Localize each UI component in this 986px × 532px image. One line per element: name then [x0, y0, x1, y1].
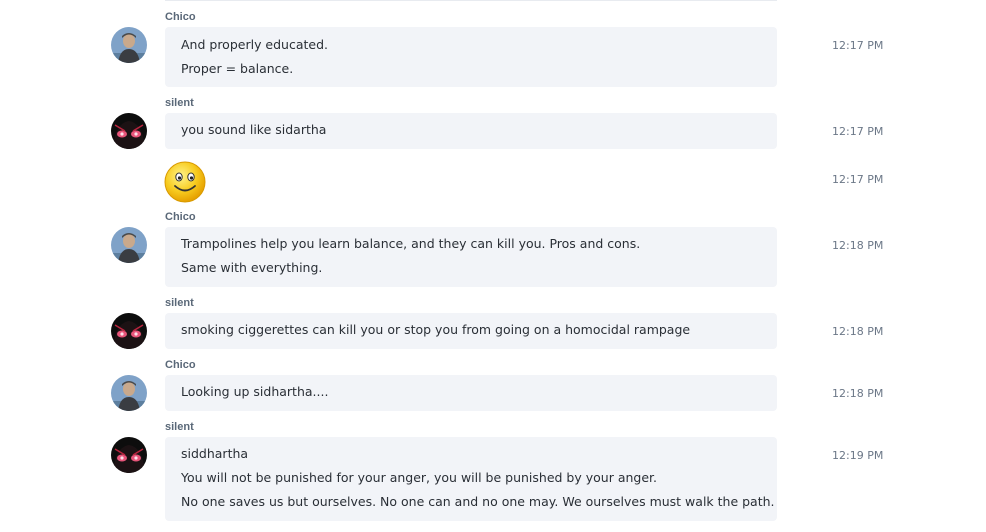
message-bubble: Looking up sidhartha....	[165, 375, 777, 411]
avatar-chico[interactable]	[111, 227, 147, 263]
message-text: No one saves us but ourselves. No one ca…	[181, 494, 775, 509]
message-text: Same with everything.	[181, 260, 323, 275]
message-text: You will not be punished for your anger,…	[181, 470, 657, 485]
timestamp: 12:18 PM	[832, 387, 884, 400]
message-text: Proper = balance.	[181, 61, 294, 76]
anime-avatar-icon	[111, 113, 147, 149]
avatar-silent[interactable]	[111, 313, 147, 349]
sender-name: silent	[165, 421, 194, 433]
message-bubble: you sound like sidartha	[165, 113, 777, 149]
avatar-silent[interactable]	[111, 113, 147, 149]
smile-emoticon-icon	[164, 161, 206, 203]
timestamp: 12:18 PM	[832, 325, 884, 338]
timestamp: 12:18 PM	[832, 239, 884, 252]
person-photo-icon	[111, 375, 147, 411]
timestamp: 12:17 PM	[832, 39, 884, 52]
sender-name: Chico	[165, 11, 196, 23]
avatar-silent[interactable]	[111, 437, 147, 473]
message-text: Looking up sidhartha....	[181, 384, 329, 399]
message-text: smoking ciggerettes can kill you or stop…	[181, 322, 691, 337]
person-photo-icon	[111, 27, 147, 63]
message-text: you sound like sidartha	[181, 122, 327, 137]
message-bubble: And properly educated. Proper = balance.	[165, 27, 777, 87]
message-text: Trampolines help you learn balance, and …	[181, 236, 641, 251]
message-bubble: siddhartha You will not be punished for …	[165, 437, 777, 521]
message-text: And properly educated.	[181, 37, 329, 52]
timestamp: 12:17 PM	[832, 173, 884, 186]
message-bubble: smoking ciggerettes can kill you or stop…	[165, 313, 777, 349]
divider-line	[165, 0, 777, 1]
sender-name: Chico	[165, 211, 196, 223]
sender-name: silent	[165, 297, 194, 309]
anime-avatar-icon	[111, 313, 147, 349]
sender-name: Chico	[165, 359, 196, 371]
timestamp: 12:17 PM	[832, 125, 884, 138]
message-text: siddhartha	[181, 446, 249, 461]
avatar-chico[interactable]	[111, 375, 147, 411]
avatar-chico[interactable]	[111, 27, 147, 63]
person-photo-icon	[111, 227, 147, 263]
timestamp: 12:19 PM	[832, 449, 884, 462]
anime-avatar-icon	[111, 437, 147, 473]
message-bubble: Trampolines help you learn balance, and …	[165, 227, 777, 287]
sender-name: silent	[165, 97, 194, 109]
